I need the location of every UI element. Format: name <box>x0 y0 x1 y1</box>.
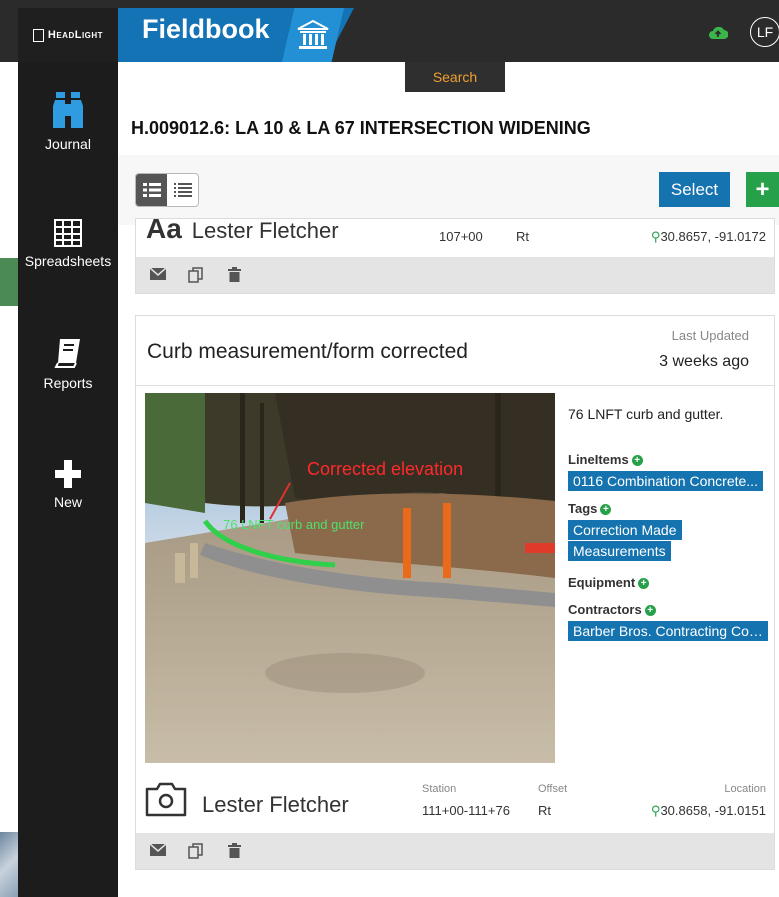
copy-icon[interactable] <box>188 267 204 288</box>
view-toggle[interactable] <box>135 173 199 207</box>
last-updated-value: 3 weeks ago <box>659 353 749 370</box>
trash-icon[interactable] <box>228 267 241 287</box>
card-view-button[interactable] <box>136 174 167 206</box>
sidebar-item-label: Journal <box>45 136 91 152</box>
add-tag-icon[interactable]: + <box>600 504 612 516</box>
text-type-icon: Aa <box>146 218 182 244</box>
list-icon <box>173 183 192 197</box>
app-title: Fieldbook <box>142 14 270 44</box>
construction-site-photo: Corrected elevation 76 LNFT curb and gut… <box>145 393 555 763</box>
contractors-header: Contractors + <box>568 602 768 617</box>
email-icon[interactable] <box>149 843 167 861</box>
entry-photo[interactable]: Corrected elevation 76 LNFT curb and gut… <box>145 393 555 763</box>
list-view-button[interactable] <box>167 174 198 206</box>
lineitem-tag[interactable]: 0116 Combination Concrete... <box>568 471 763 491</box>
entry-actions <box>136 257 774 293</box>
add-entry-button[interactable]: + <box>746 172 779 207</box>
offset-label: Offset <box>538 783 568 795</box>
entry-actions <box>136 833 774 869</box>
tag-pill[interactable]: Correction Made <box>568 520 682 540</box>
logo-square-icon <box>32 28 44 42</box>
binoculars-icon <box>53 92 83 128</box>
entry-location: ⚲30.8657, -91.0172 <box>650 229 766 244</box>
card-list-icon <box>142 183 161 197</box>
divider <box>136 385 774 386</box>
entry-details: 76 LNFT curb and gutter. LineItems + 0116… <box>568 406 768 642</box>
camera-icon <box>145 781 187 822</box>
email-icon[interactable] <box>149 267 167 285</box>
background-image-edge <box>0 832 18 897</box>
add-contractor-icon[interactable]: + <box>644 605 656 617</box>
entry-description: 76 LNFT curb and gutter. <box>568 406 724 422</box>
lineitems-header: LineItems + <box>568 452 768 467</box>
copy-icon[interactable] <box>188 843 204 864</box>
station-label: Station <box>422 783 457 795</box>
sidebar-item-journal[interactable]: Journal <box>18 92 118 152</box>
last-updated-label: Last Updated <box>671 328 749 343</box>
journal-entry-card[interactable]: Aa Lester Fletcher 107+00 Rt ⚲30.8657, -9… <box>135 218 775 294</box>
journal-entry-card[interactable]: Curb measurement/form corrected Last Upd… <box>135 315 775 870</box>
grid-icon <box>54 219 82 247</box>
entry-offset: Rt <box>516 229 529 244</box>
add-equipment-icon[interactable]: + <box>638 578 650 590</box>
entry-station: 107+00 <box>439 229 483 244</box>
building-icon <box>297 19 329 49</box>
plus-icon <box>55 460 81 488</box>
entry-title: Curb measurement/form corrected <box>147 340 468 363</box>
sidebar-item-label: New <box>53 494 82 510</box>
photo-annotation-red: Corrected elevation <box>307 459 463 479</box>
entry-author: Aa Lester Fletcher <box>146 218 339 245</box>
sidebar-item-reports[interactable]: Reports <box>18 337 118 391</box>
contractor-tag[interactable]: Barber Bros. Contracting Co.... <box>568 621 768 641</box>
sidebar-item-spreadsheets[interactable]: Spreadsheets <box>18 219 118 269</box>
sidebar: Journal Spreadsheets Reports New <box>18 62 118 897</box>
tag-pill[interactable]: Measurements <box>568 541 671 561</box>
brand-name: HeadLight <box>47 29 104 41</box>
entry-author: Lester Fletcher <box>202 792 349 817</box>
headlight-logo[interactable]: HeadLight <box>18 8 118 62</box>
trash-icon[interactable] <box>228 843 241 863</box>
sidebar-item-label: Reports <box>43 375 93 391</box>
sidebar-item-new[interactable]: New <box>18 460 118 510</box>
equipment-header: Equipment + <box>568 575 768 590</box>
select-button[interactable]: Select <box>659 172 730 207</box>
add-lineitem-icon[interactable]: + <box>631 455 643 467</box>
project-title: H.009012.6: LA 10 & LA 67 INTERSECTION W… <box>131 118 591 138</box>
photo-annotation-green: 76 LNFT curb and gutter <box>223 517 365 532</box>
search-button[interactable]: Search <box>405 62 505 92</box>
sidebar-item-label: Spreadsheets <box>24 253 112 269</box>
entry-location: ⚲30.8658, -91.0151 <box>650 803 766 818</box>
tags-header: Tags + <box>568 501 768 516</box>
location-label: Location <box>724 783 766 795</box>
cloud-sync-icon[interactable] <box>708 24 729 45</box>
book-icon <box>54 339 80 368</box>
user-avatar[interactable]: LF <box>750 17 779 47</box>
side-tab <box>0 258 18 306</box>
entry-station: 111+00-111+76 <box>422 803 510 818</box>
entry-offset: Rt <box>538 803 551 818</box>
